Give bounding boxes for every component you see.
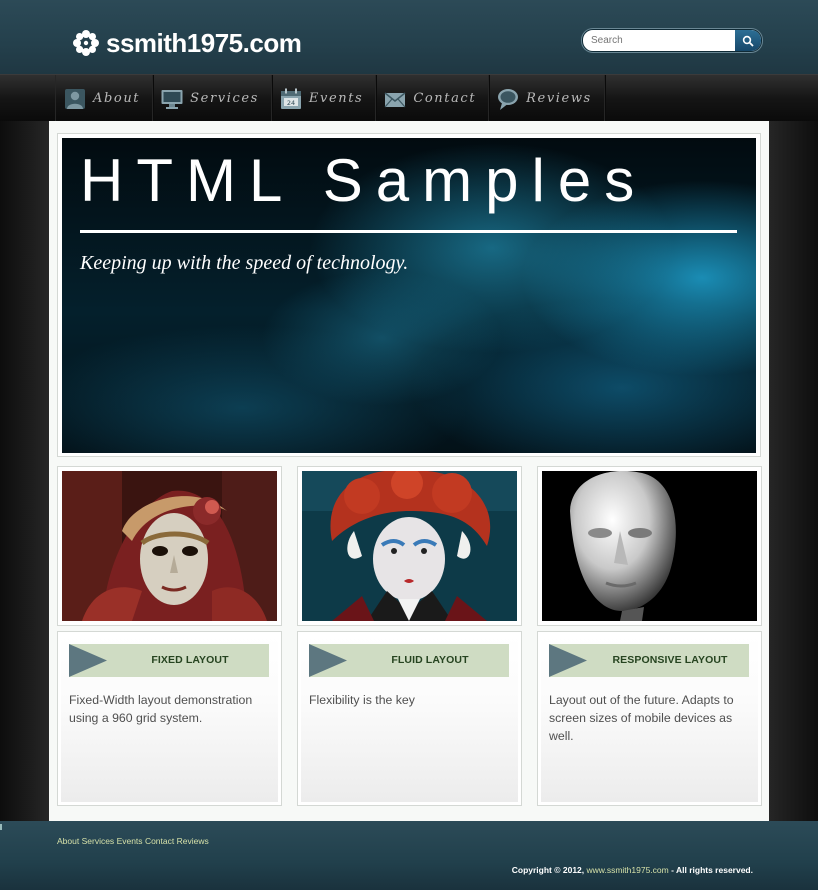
thumb-frame-fluid [297,466,522,626]
nav-item-contact[interactable]: Contact [376,75,490,122]
search-box [582,29,762,52]
card-description: Layout out of the future. Adapts to scre… [549,693,734,743]
nav-label-contact: Contact [413,91,477,106]
copyright-suffix: - All rights reserved. [671,865,753,875]
speech-bubble-icon [498,88,519,110]
card-title: RESPONSIVE LAYOUT [612,654,728,666]
card-fixed-layout: FIXED LAYOUT Fixed-Width layout demonstr… [57,631,282,806]
card-body: FIXED LAYOUT Fixed-Width layout demonstr… [61,635,278,802]
mannequin-head-photo[interactable] [542,471,757,621]
side-gutter-right [769,121,818,821]
arrow-right-icon [69,644,107,677]
footer-link-events[interactable]: Events [117,836,143,846]
arrow-right-icon [309,644,347,677]
nav-item-reviews[interactable]: Reviews [489,75,605,122]
hero-banner: HTML Samples Keeping up with the speed o… [62,138,756,453]
footer-nav: About Services Events Contact Reviews [57,836,209,846]
site-header: ssmith1975.com [0,0,818,74]
nav-item-events[interactable]: 24 Events [272,75,377,122]
main-nav: About Services 24 Events Contact Reviews [0,74,818,122]
envelope-icon [384,91,406,107]
card-title: FIXED LAYOUT [151,654,229,666]
venetian-mask-photo[interactable] [62,471,277,621]
site-logo[interactable]: ssmith1975.com [72,27,302,58]
card-description: Flexibility is the key [309,693,415,707]
thumb-frame-responsive [537,466,762,626]
card-responsive-layout: RESPONSIVE LAYOUT Layout out of the futu… [537,631,762,806]
copyright-prefix: Copyright © 2012, [511,865,585,875]
red-queen-costume-photo[interactable] [302,471,517,621]
thumb-frame-fixed [57,466,282,626]
person-icon [65,88,85,109]
flower-icon [73,30,99,56]
footer-link-contact[interactable]: Contact [145,836,174,846]
site-footer: About Services Events Contact Reviews Co… [0,821,818,890]
card-fluid-layout: FLUID LAYOUT Flexibility is the key [297,631,522,806]
card-body: RESPONSIVE LAYOUT Layout out of the futu… [541,635,758,802]
svg-text:24: 24 [287,99,295,107]
search-icon [742,35,754,47]
card-description: Fixed-Width layout demonstration using a… [69,693,253,725]
search-button[interactable] [735,30,761,51]
side-gutter-left [0,121,49,821]
card-header[interactable]: FLUID LAYOUT [309,644,509,677]
arrow-right-icon [549,644,587,677]
nav-item-services[interactable]: Services [153,75,272,122]
hero-subtitle: Keeping up with the speed of technology. [80,252,409,274]
nav-item-about[interactable]: About [55,75,154,122]
footer-link-about[interactable]: About [57,836,79,846]
hero-divider [80,230,737,233]
card-header[interactable]: FIXED LAYOUT [69,644,269,677]
copyright-site-link[interactable]: www.ssmith1975.com [587,865,669,875]
hero-title: HTML Samples [80,147,648,214]
card-header[interactable]: RESPONSIVE LAYOUT [549,644,749,677]
footer-marker [0,824,2,830]
logo-text: ssmith1975.com [106,27,302,58]
calendar-icon: 24 [280,88,301,109]
card-title: FLUID LAYOUT [391,654,469,666]
monitor-icon [161,89,183,109]
nav-label-events: Events [308,91,364,106]
nav-label-reviews: Reviews [526,91,592,106]
copyright-notice: Copyright © 2012, www.ssmith1975.com - A… [512,865,753,875]
nav-label-services: Services [190,91,259,106]
card-body: FLUID LAYOUT Flexibility is the key [301,635,518,802]
search-input[interactable] [583,30,733,51]
footer-link-reviews[interactable]: Reviews [177,836,209,846]
nav-label-about: About [93,91,141,106]
footer-link-services[interactable]: Services [82,836,115,846]
